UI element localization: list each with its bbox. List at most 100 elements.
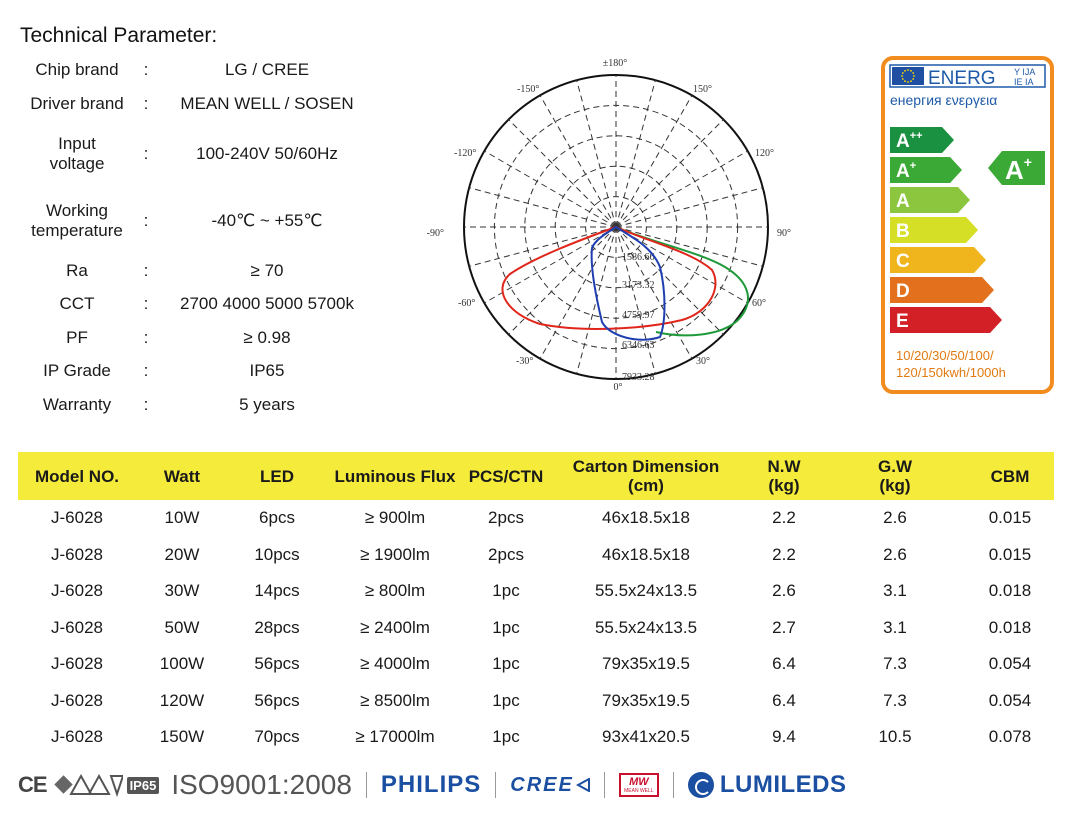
cell-led: 70pcs: [254, 727, 300, 747]
cell-led: 10pcs: [254, 544, 300, 564]
polar-grid-spoke: [615, 119, 724, 228]
philips-logo: PHILIPS: [380, 771, 482, 798]
param-colon: :: [143, 294, 149, 313]
cell-cbm: 0.018: [988, 617, 1032, 637]
angle-label-n30: -30°: [516, 356, 533, 367]
meanwell-logo: MW MEAN WELL: [618, 773, 659, 797]
cell-net-weight: 2.2: [772, 508, 796, 528]
energy-label: ENERG Y IJA IE IA енергия ενεργεια A++ A…: [881, 56, 1054, 394]
radial-label: 4759.97: [622, 310, 655, 321]
param-row-ip-grade: IP Grade : IP65: [18, 361, 378, 381]
energy-class-letter: E: [896, 311, 909, 332]
cell-luminous-flux: ≥ 900lm: [364, 508, 426, 528]
param-label: Chip brand: [35, 60, 119, 79]
cell-luminous-flux: ≥ 1900lm: [360, 544, 430, 564]
param-row-driver-brand: Driver brand : MEAN WELL / SOSEN: [18, 94, 378, 114]
energy-class-letter: A: [896, 191, 910, 212]
cell-pcs-ctn: 1pc: [492, 727, 520, 747]
table-row: J-6028 150W 70pcs ≥ 17000lm 1pc 93x41x20.5 9.4…: [18, 719, 1054, 756]
cell-cbm: 0.054: [988, 690, 1032, 710]
table-header: Model NO. Watt LED Luminous Flux PCS/CTN…: [18, 452, 1054, 500]
cell-carton-dimension: 55.5x24x13.5: [594, 581, 698, 601]
cell-watt: 20W: [164, 544, 200, 564]
cell-carton-dimension: 93x41x20.5: [602, 727, 690, 747]
cell-luminous-flux: ≥ 17000lm: [355, 727, 435, 747]
polar-grid-spoke: [615, 95, 693, 228]
param-label-line: voltage: [49, 154, 105, 173]
header-subtext: (cm): [628, 476, 664, 495]
cell-watt: 120W: [159, 690, 205, 710]
header-text: Carton Dimension: [572, 457, 720, 476]
header-gross-weight: G.W (kg): [824, 457, 966, 495]
angle-label-n150: -150°: [517, 84, 539, 95]
param-label: Input voltage: [18, 134, 136, 174]
distribution-curve-red: [501, 225, 717, 330]
param-row-chip-brand: Chip brand : LG / CREE: [18, 60, 378, 80]
table-row: J-6028 10W 6pcs ≥ 900lm 2pcs 46x18.5x18 2.2 2.6…: [18, 500, 1054, 537]
cell-net-weight: 2.7: [772, 617, 796, 637]
product-table: Model NO. Watt LED Luminous Flux PCS/CTN…: [18, 452, 1054, 756]
cree-logo: CREE: [510, 773, 574, 796]
header-cbm: CBM: [990, 466, 1030, 486]
cell-net-weight: 6.4: [772, 690, 796, 710]
energy-header-suffix: Y IJA: [1014, 67, 1035, 77]
cell-model: J-6028: [51, 544, 103, 564]
param-row-working-temperature: Working temperature : -40℃ ~ +55℃: [18, 201, 378, 241]
meanwell-logo-mark: MW: [629, 775, 649, 788]
param-label: IP Grade: [43, 361, 111, 380]
cell-cbm: 0.018: [988, 581, 1032, 601]
cell-net-weight: 2.2: [772, 544, 796, 564]
param-value: -40℃ ~ +55℃: [211, 211, 323, 230]
angle-label-p120: 120°: [755, 148, 774, 159]
polar-grid-spoke: [539, 226, 617, 359]
cell-gross-weight: 3.1: [883, 617, 907, 637]
cell-luminous-flux: ≥ 2400lm: [360, 617, 430, 637]
param-value: MEAN WELL / SOSEN: [180, 94, 354, 113]
angle-label-p150: 150°: [693, 84, 712, 95]
param-label: CCT: [59, 294, 95, 313]
angle-label-p30: 30°: [696, 356, 710, 367]
polar-grid-spoke: [508, 119, 617, 228]
angle-label-n60: -60°: [458, 298, 475, 309]
param-colon: :: [143, 395, 149, 414]
cell-pcs-ctn: 1pc: [492, 581, 520, 601]
param-row-pf: PF : ≥ 0.98: [18, 328, 378, 348]
polar-grid-spoke: [484, 150, 617, 228]
polar-grid-spoke: [539, 95, 617, 228]
cell-led: 56pcs: [254, 690, 300, 710]
cell-gross-weight: 2.6: [883, 544, 907, 564]
cell-net-weight: 6.4: [772, 654, 796, 674]
cell-watt: 50W: [164, 617, 200, 637]
energy-header: ENERG: [928, 68, 996, 89]
param-colon: :: [143, 328, 149, 347]
energy-footer: 10/20/30/50/100/: [896, 348, 994, 363]
cell-luminous-flux: ≥ 8500lm: [360, 690, 430, 710]
param-label-line: temperature: [31, 221, 123, 240]
header-led: LED: [260, 466, 294, 486]
cell-net-weight: 2.6: [772, 581, 796, 601]
table-row: J-6028 20W 10pcs ≥ 1900lm 2pcs 46x18.5x18 2.2 2…: [18, 537, 1054, 574]
header-pcs-ctn: PCS/CTN: [468, 466, 544, 486]
param-label: Driver brand: [30, 94, 124, 113]
header-luminous-flux: Luminous Flux: [334, 466, 456, 486]
polar-grid-spoke: [615, 80, 656, 228]
polar-light-distribution-diagram: ±180° 0° -90° 90° -150° 150° -120° 120° …: [427, 58, 791, 392]
cell-carton-dimension: 55.5x24x13.5: [594, 617, 698, 637]
header-watt: Watt: [163, 466, 201, 486]
header-carton-dimension: Carton Dimension (cm): [548, 457, 744, 495]
energy-header-suffix: IE IA: [1014, 77, 1034, 87]
cell-luminous-flux: ≥ 800lm: [364, 581, 426, 601]
header-text: N.W: [767, 457, 801, 476]
divider: [672, 772, 674, 798]
radial-label: 3173.32: [622, 280, 655, 291]
ip65-badge: IP65: [126, 776, 160, 794]
cell-model: J-6028: [51, 581, 103, 601]
energy-class-letter: D: [896, 281, 910, 302]
cell-watt: 10W: [164, 508, 200, 528]
energy-subheader: енергия ενεργεια: [890, 92, 997, 108]
angle-label-n120: -120°: [454, 148, 476, 159]
param-label: Warranty: [42, 395, 112, 414]
radial-label: 6346.63: [622, 340, 655, 351]
param-colon: :: [143, 261, 149, 280]
param-value: 100-240V 50/60Hz: [196, 144, 338, 163]
